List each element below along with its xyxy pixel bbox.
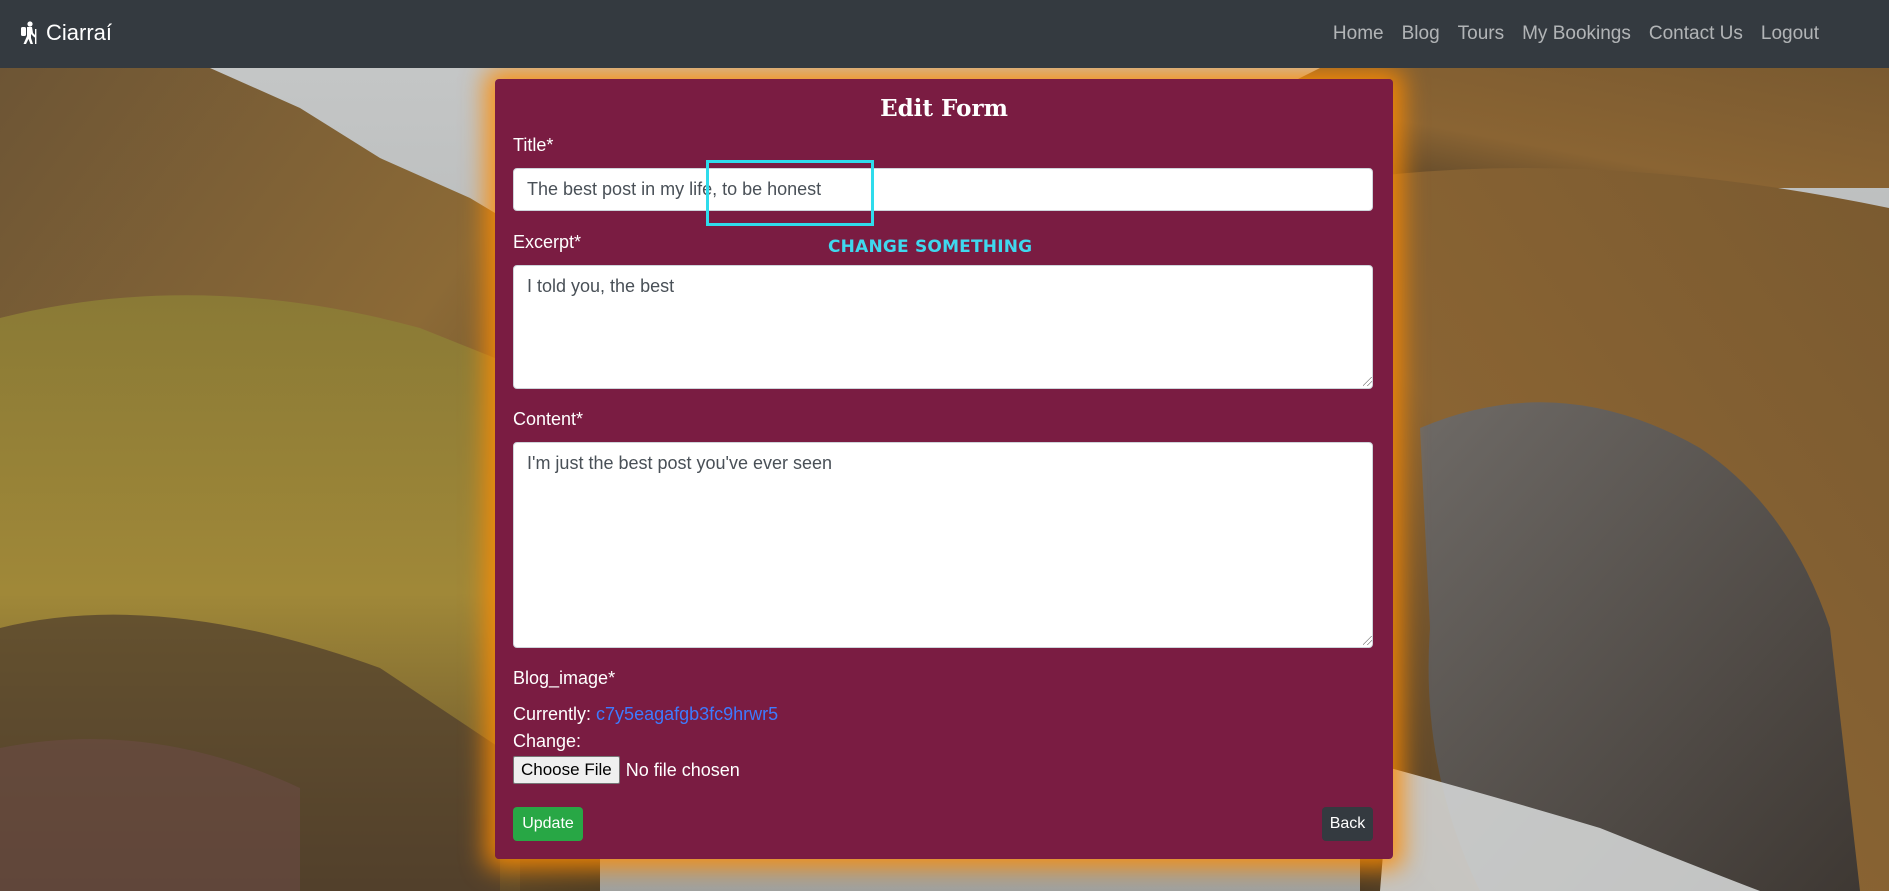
annotation-highlight-box (706, 160, 874, 226)
resize-handle-icon[interactable] (1363, 377, 1372, 386)
excerpt-label: Excerpt* (513, 232, 582, 252)
annotation-label: CHANGE SOMETHING (828, 237, 1033, 257)
blog-image-label: Blog_image* (513, 668, 616, 688)
hiker-icon (20, 21, 40, 45)
edit-form-card: Edit Form Title* Excerpt* I told you, th… (495, 79, 1393, 859)
top-navbar: Ciarraí Home Blog Tours My Bookings Cont… (0, 0, 1889, 68)
brand-link[interactable]: Ciarraí (20, 18, 112, 48)
nav-contact-us[interactable]: Contact Us (1640, 23, 1752, 45)
no-file-chosen-text: No file chosen (625, 759, 740, 780)
nav-tours[interactable]: Tours (1449, 23, 1513, 45)
excerpt-textarea[interactable]: I told you, the best (513, 265, 1373, 389)
change-label: Change: (513, 731, 582, 751)
resize-handle-icon[interactable] (1363, 636, 1372, 645)
nav-home[interactable]: Home (1324, 23, 1393, 45)
nav-my-bookings[interactable]: My Bookings (1513, 23, 1640, 45)
nav-blog[interactable]: Blog (1393, 23, 1449, 45)
form-heading: Edit Form (880, 95, 1008, 122)
content-label: Content* (513, 409, 584, 429)
current-image-row: Currently: c7y5eagafgb3fc9hrwr5 (513, 704, 778, 725)
currently-label: Currently: (513, 704, 592, 724)
file-input: Choose File No file chosen (513, 756, 740, 784)
current-image-link[interactable]: c7y5eagafgb3fc9hrwr5 (596, 704, 778, 724)
update-button[interactable]: Update (513, 807, 583, 841)
nav-logout[interactable]: Logout (1752, 23, 1828, 45)
choose-file-button[interactable]: Choose File (513, 756, 620, 784)
excerpt-wrapper: I told you, the best (495, 265, 1393, 389)
title-input[interactable] (513, 168, 1373, 211)
nav-links: Home Blog Tours My Bookings Contact Us L… (1324, 0, 1828, 68)
title-label: Title* (513, 135, 554, 155)
brand-name: Ciarraí (46, 20, 113, 45)
content-wrapper: I'm just the best post you've ever seen (495, 442, 1393, 648)
content-textarea[interactable]: I'm just the best post you've ever seen (513, 442, 1373, 648)
back-button[interactable]: Back (1322, 807, 1373, 841)
